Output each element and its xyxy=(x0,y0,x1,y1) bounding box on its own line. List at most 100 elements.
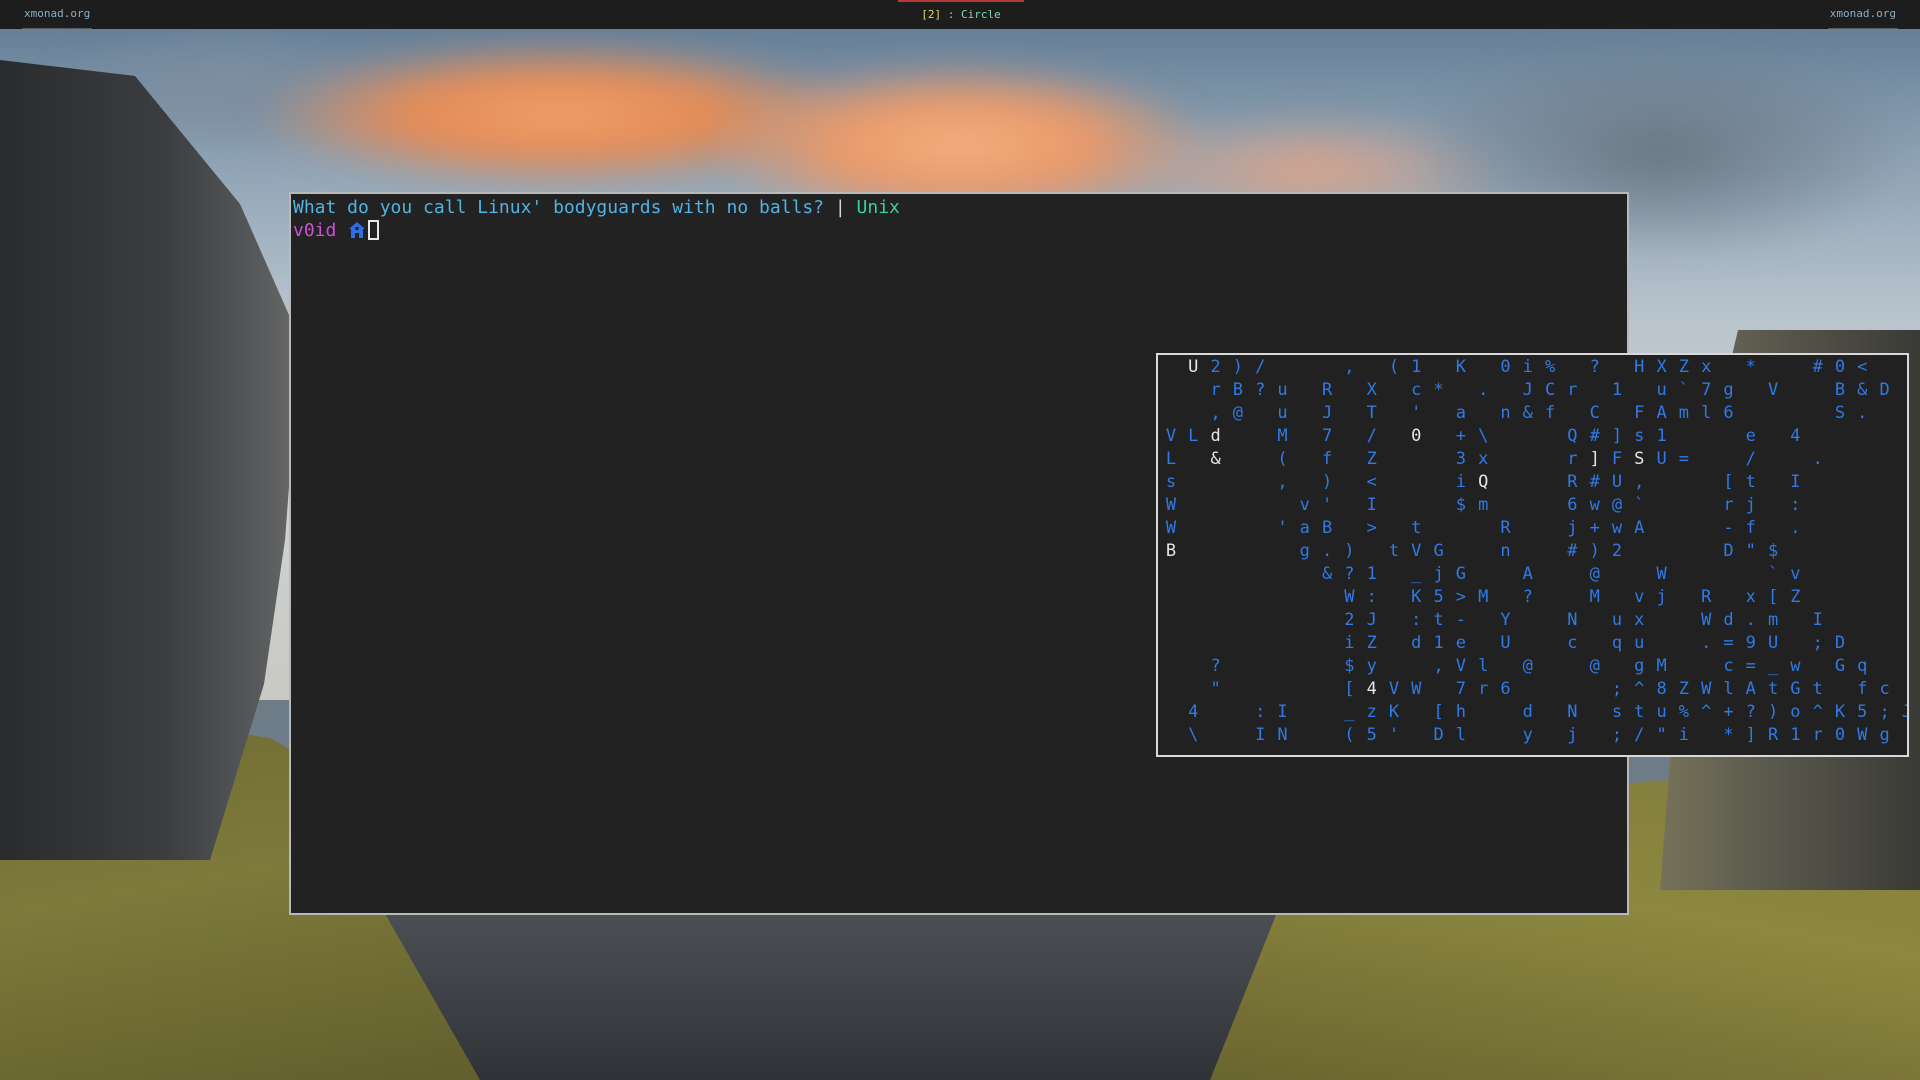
matrix-char: U xyxy=(1767,633,1779,653)
matrix-char: I xyxy=(1790,472,1801,492)
matrix-char: % xyxy=(1678,702,1690,722)
matrix-char: 1 xyxy=(1611,380,1623,400)
matrix-char: d xyxy=(1411,633,1422,653)
matrix-char: ? xyxy=(1210,656,1221,676)
matrix-char: u xyxy=(1277,403,1288,423)
matrix-char: < xyxy=(1857,357,1868,377)
matrix-char: y xyxy=(1366,656,1377,676)
matrix-char: ; xyxy=(1812,633,1823,653)
matrix-char: v xyxy=(1634,587,1645,607)
matrix-char: D xyxy=(1433,725,1444,745)
matrix-char: = xyxy=(1745,656,1756,676)
fortune-joke: What do you call Linux' bodyguards with … xyxy=(293,197,835,218)
matrix-char: 5 xyxy=(1433,587,1444,607)
matrix-char: : xyxy=(1411,610,1422,630)
matrix-char: U xyxy=(1188,357,1199,377)
matrix-char: I xyxy=(1255,725,1266,745)
matrix-char: L xyxy=(1165,449,1177,469)
matrix-char: G xyxy=(1790,679,1801,699)
matrix-char: % xyxy=(1544,357,1556,377)
matrix-char: K xyxy=(1411,587,1422,607)
matrix-char: g xyxy=(1299,541,1310,561)
matrix-char: a xyxy=(1455,403,1467,423)
matrix-char: < xyxy=(1366,472,1377,492)
matrix-char: 2 xyxy=(1210,357,1221,377)
matrix-char: + xyxy=(1723,702,1734,722)
matrix-char: B xyxy=(1165,541,1177,561)
matrix-char: = xyxy=(1678,449,1690,469)
matrix-char: d xyxy=(1210,426,1221,446)
matrix-char: w xyxy=(1790,656,1801,676)
matrix-char: V xyxy=(1165,426,1177,446)
matrix-char: q xyxy=(1611,633,1623,653)
matrix-char: ( xyxy=(1277,449,1288,469)
matrix-char: ? xyxy=(1344,564,1355,584)
matrix-char: y xyxy=(1522,725,1533,745)
matrix-char: l xyxy=(1455,725,1467,745)
matrix-char: ? xyxy=(1589,357,1600,377)
matrix-char: ^ xyxy=(1701,702,1712,722)
matrix-char: l xyxy=(1478,656,1489,676)
matrix-char: ] xyxy=(1589,449,1600,469)
matrix-char: G xyxy=(1433,541,1444,561)
matrix-char: ; xyxy=(1611,725,1623,745)
matrix-char: V xyxy=(1455,656,1467,676)
matrix-char: s xyxy=(1634,426,1645,446)
matrix-char: = xyxy=(1723,633,1734,653)
matrix-char: ^ xyxy=(1634,679,1645,699)
matrix-char: & xyxy=(1321,564,1333,584)
matrix-char: t xyxy=(1388,541,1400,561)
matrix-char: : xyxy=(1255,702,1266,722)
matrix-char: l xyxy=(1701,403,1712,423)
matrix-char: $ xyxy=(1767,541,1779,561)
matrix-char: r xyxy=(1210,380,1221,400)
matrix-char: / xyxy=(1255,357,1266,377)
matrix-char: u xyxy=(1656,702,1667,722)
matrix-char: 4 xyxy=(1188,702,1199,722)
matrix-char: # xyxy=(1589,426,1600,446)
matrix-char: ' xyxy=(1411,403,1422,423)
shell-prompt[interactable]: v0id xyxy=(293,219,380,245)
matrix-char: f xyxy=(1544,403,1556,423)
matrix-char: " xyxy=(1745,541,1756,561)
matrix-char: d xyxy=(1723,610,1734,630)
matrix-char: \ xyxy=(1188,725,1199,745)
matrix-char: 6 xyxy=(1567,495,1578,515)
matrix-char: s xyxy=(1611,702,1623,722)
matrix-char: 8 xyxy=(1656,679,1667,699)
matrix-char: # xyxy=(1589,472,1600,492)
workspace-indicator[interactable]: [2] : Circle xyxy=(898,0,1024,28)
matrix-char: # xyxy=(1567,541,1578,561)
matrix-char: m xyxy=(1767,610,1779,630)
matrix-char: . xyxy=(1478,380,1489,400)
matrix-char: J xyxy=(1321,403,1333,423)
matrix-char: q xyxy=(1857,656,1868,676)
matrix-char: 1 xyxy=(1790,725,1801,745)
bar-right-label[interactable]: xmonad.org xyxy=(1827,0,1898,29)
matrix-char: ` xyxy=(1767,564,1779,584)
matrix-char: t xyxy=(1812,679,1823,699)
wallpaper-river xyxy=(380,905,1280,1080)
terminal-window-matrix[interactable]: U 2) /,(1 K 0 i%? H X Zx * #0 < r B? u R Xc *. J Cr 1 u ` 7 g V B &… xyxy=(1156,353,1909,757)
matrix-char: @ xyxy=(1232,403,1244,423)
matrix-char: K xyxy=(1455,357,1467,377)
matrix-char: , xyxy=(1344,357,1355,377)
home-icon xyxy=(348,221,366,245)
matrix-char: t xyxy=(1767,679,1779,699)
matrix-char: c xyxy=(1879,679,1890,699)
matrix-char: [ xyxy=(1344,679,1355,699)
matrix-char: 4 xyxy=(1790,426,1801,446)
matrix-char: 7 xyxy=(1455,679,1467,699)
matrix-char: > xyxy=(1366,518,1377,538)
matrix-char: . xyxy=(1812,449,1823,469)
matrix-char: L xyxy=(1188,426,1199,446)
bar-left-label[interactable]: xmonad.org xyxy=(22,0,93,29)
matrix-char: R xyxy=(1321,380,1333,400)
matrix-char: * xyxy=(1723,725,1734,745)
matrix-char: r xyxy=(1478,679,1489,699)
matrix-char: 6 xyxy=(1723,403,1734,423)
matrix-char: * xyxy=(1745,357,1756,377)
matrix-char: @ xyxy=(1589,656,1600,676)
matrix-char: c xyxy=(1567,633,1578,653)
matrix-char: ? xyxy=(1522,587,1533,607)
